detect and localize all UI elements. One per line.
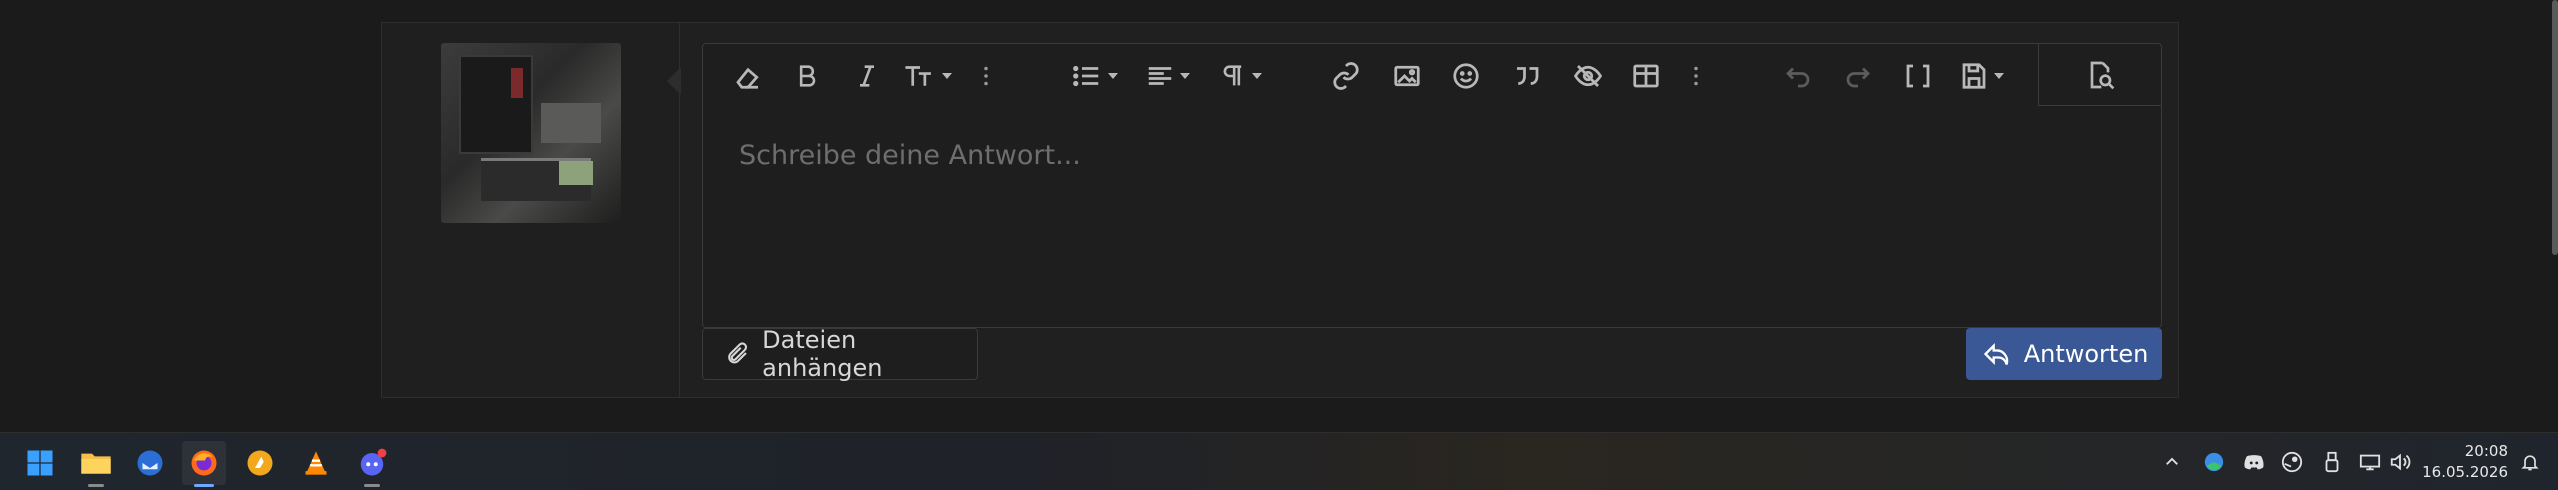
hide-icon[interactable]	[1571, 54, 1605, 98]
usb-icon[interactable]	[2318, 448, 2346, 476]
discord-icon[interactable]	[2240, 448, 2268, 476]
reply-button[interactable]: Antworten	[1966, 328, 2162, 380]
align-icon[interactable]	[1145, 54, 1190, 98]
italic-icon[interactable]	[853, 54, 881, 98]
editor-toolbar	[703, 44, 2161, 106]
undo-icon[interactable]	[1783, 54, 1813, 98]
clock[interactable]: 20:08 16.05.2026	[2422, 441, 2508, 483]
browser-icon[interactable]	[2200, 448, 2228, 476]
reply-icon	[1983, 343, 2008, 365]
discord-icon[interactable]	[350, 441, 394, 487]
avatar[interactable]	[441, 43, 621, 223]
quick-reply-block: Schreibe deine Antwort... Dateien anhäng…	[381, 22, 2179, 398]
steam-icon[interactable]	[2278, 448, 2306, 476]
app-icon[interactable]	[238, 441, 282, 485]
firefox-icon[interactable]	[182, 441, 226, 487]
more-vertical-icon[interactable]	[981, 54, 991, 98]
link-icon[interactable]	[1331, 54, 1361, 98]
forum-page: Schreibe deine Antwort... Dateien anhäng…	[0, 0, 2558, 432]
attach-files-button[interactable]: Dateien anhängen	[702, 326, 978, 382]
emoji-icon[interactable]	[1451, 54, 1481, 98]
reply-label: Antworten	[2023, 340, 2149, 368]
bbcode-icon[interactable]	[1903, 54, 1933, 98]
taskbar: 20:08 16.05.2026	[0, 432, 2558, 490]
list-icon[interactable]	[1071, 54, 1118, 98]
clock-date: 16.05.2026	[2422, 463, 2508, 481]
paperclip-icon	[728, 342, 748, 364]
chevron-up-icon[interactable]	[2158, 448, 2186, 476]
clock-time: 20:08	[2464, 442, 2508, 460]
file-explorer-icon[interactable]	[74, 441, 118, 487]
paragraph-icon[interactable]	[1219, 54, 1262, 98]
preview-icon[interactable]	[2038, 44, 2161, 106]
volume-icon[interactable]	[2386, 448, 2414, 476]
message-arrow	[667, 67, 681, 95]
bold-icon[interactable]	[793, 54, 821, 98]
notification-icon[interactable]	[2516, 448, 2544, 476]
thunderbird-icon[interactable]	[128, 441, 172, 485]
more-vertical-icon[interactable]	[1691, 54, 1701, 98]
reply-editor[interactable]: Schreibe deine Antwort...	[702, 43, 2162, 328]
start-icon[interactable]	[18, 441, 62, 485]
scrollbar[interactable]	[2552, 0, 2558, 255]
reply-input[interactable]: Schreibe deine Antwort...	[739, 140, 1081, 171]
table-icon[interactable]	[1631, 54, 1661, 98]
attach-files-label: Dateien anhängen	[762, 326, 883, 382]
redo-icon[interactable]	[1843, 54, 1873, 98]
eraser-icon[interactable]	[733, 54, 763, 98]
image-icon[interactable]	[1391, 54, 1423, 98]
user-column	[382, 23, 680, 397]
quote-icon[interactable]	[1511, 54, 1543, 98]
vlc-icon[interactable]	[294, 441, 338, 485]
save-icon[interactable]	[1959, 54, 2004, 98]
network-icon[interactable]	[2356, 448, 2384, 476]
text-size-icon[interactable]	[903, 54, 952, 98]
